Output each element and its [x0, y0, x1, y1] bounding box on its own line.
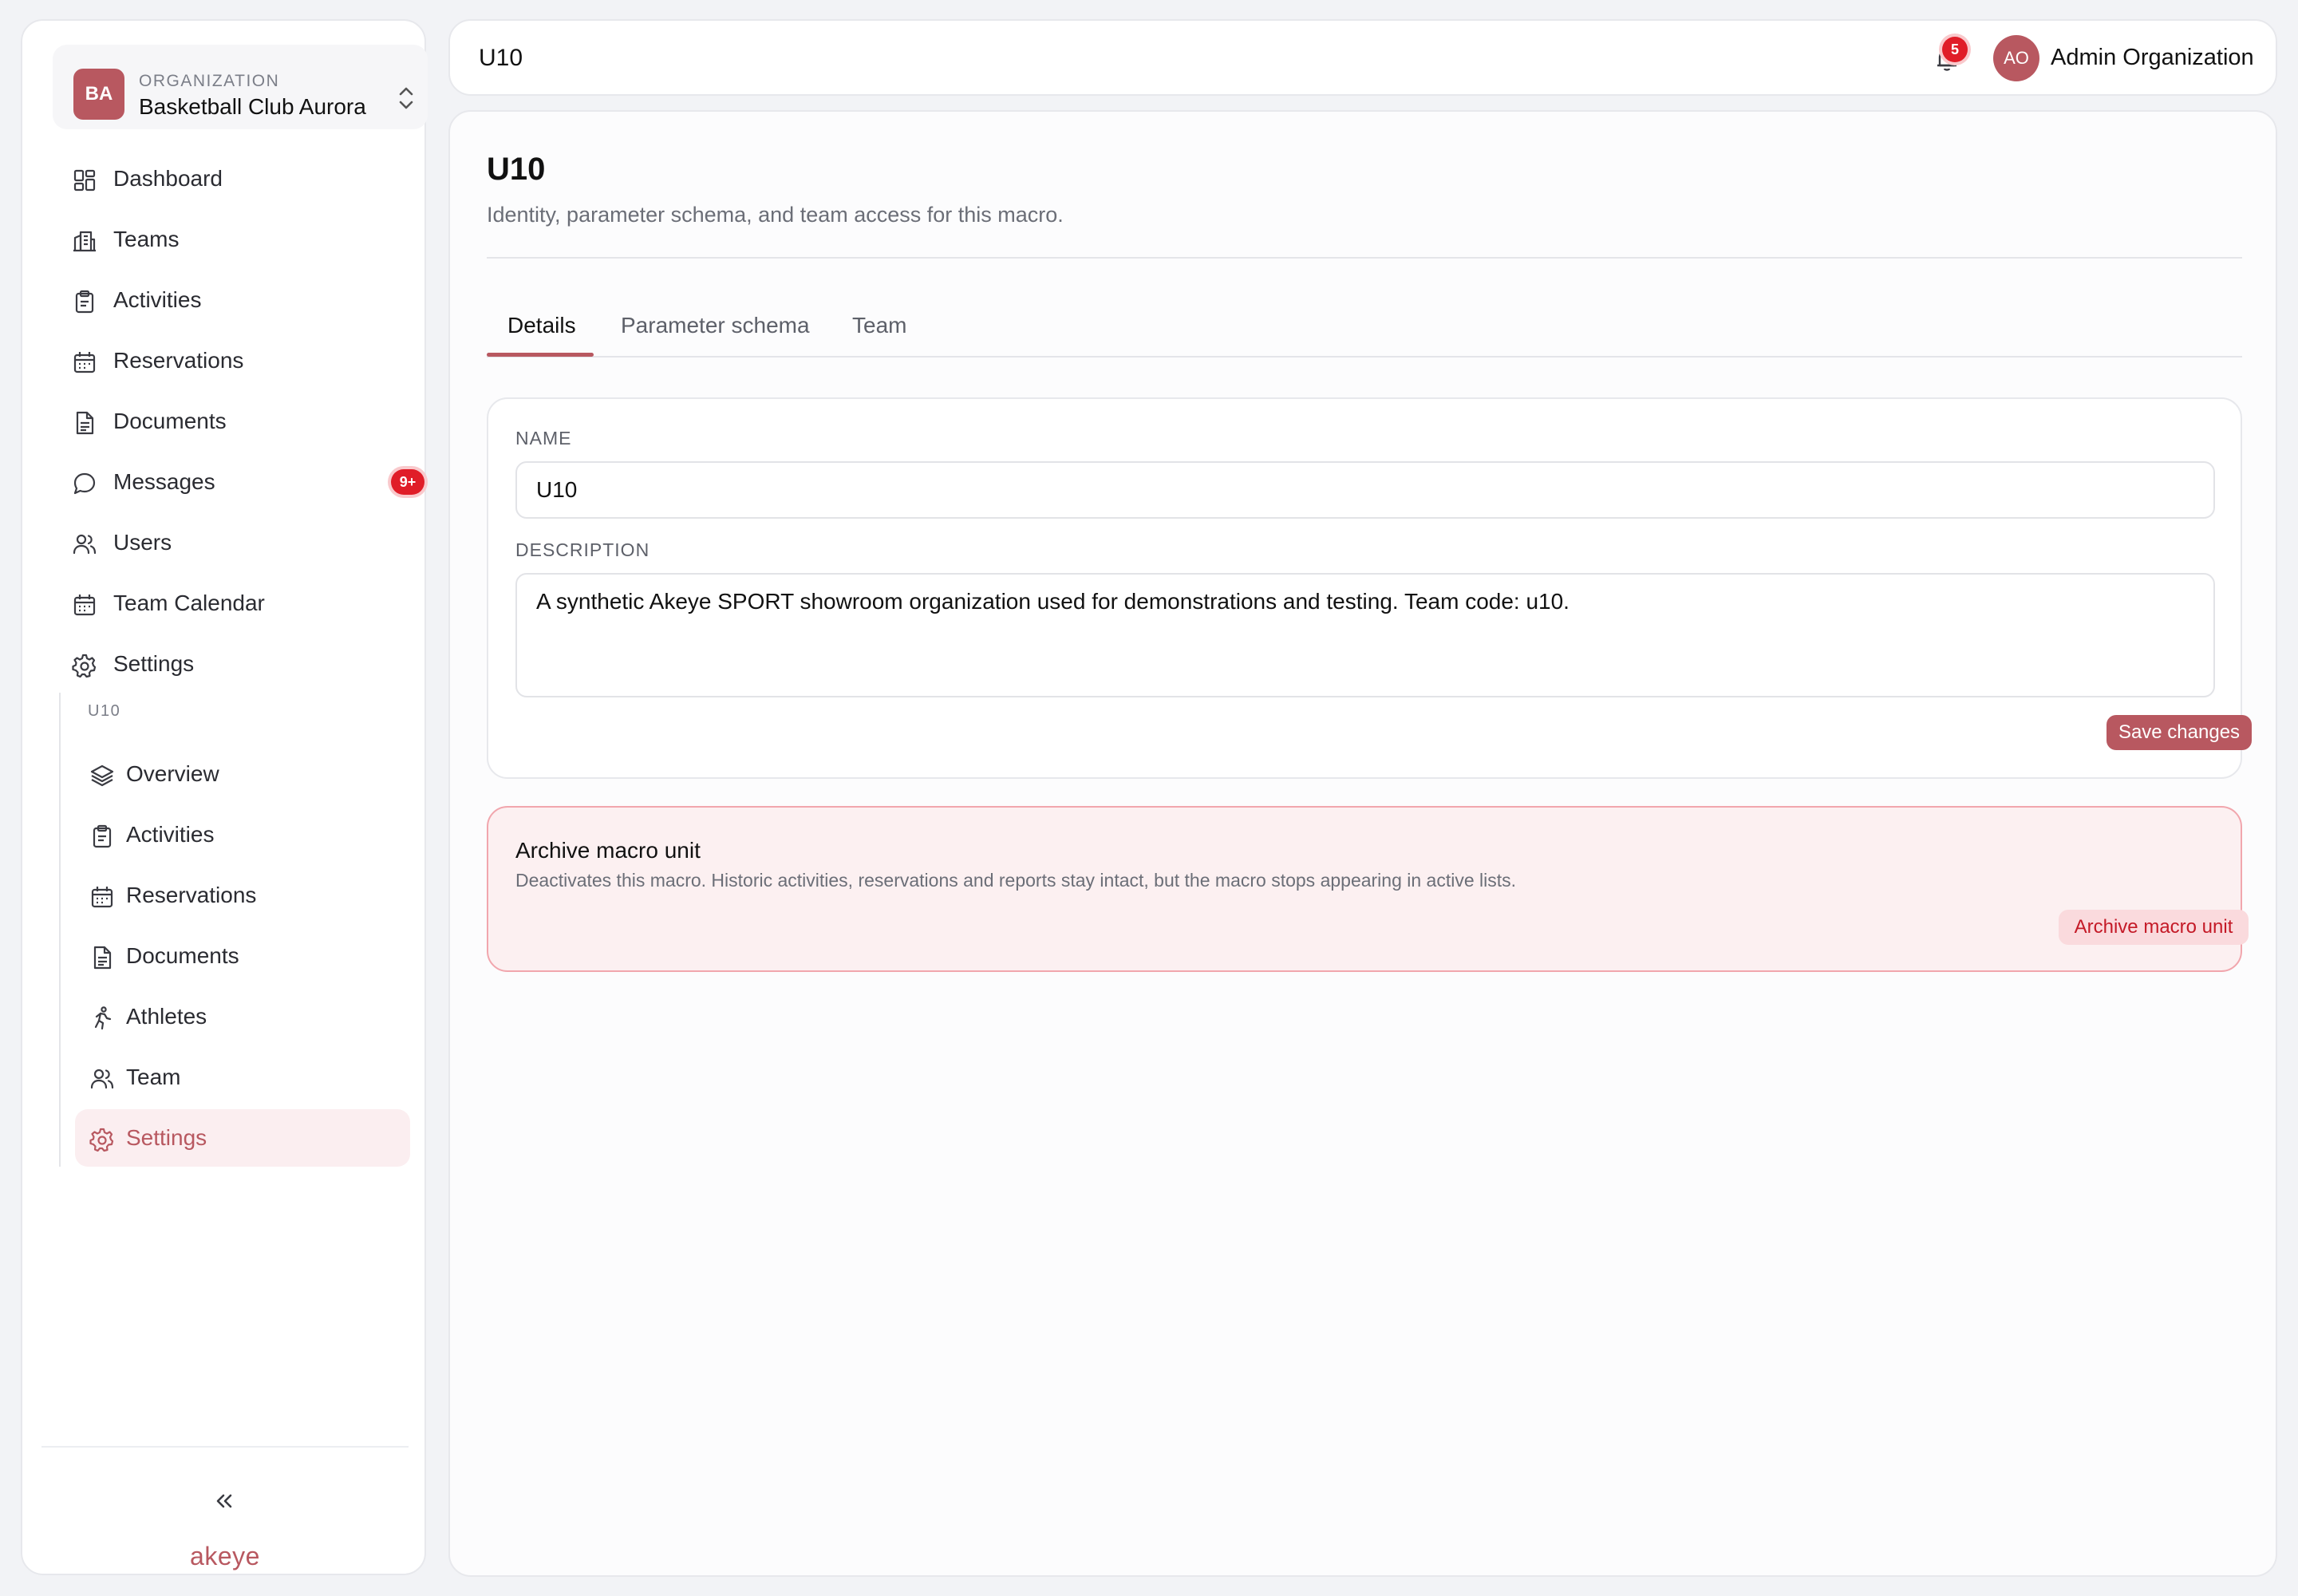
notification-count-badge: 5	[1942, 37, 1968, 62]
sidebar-item-label: Settings	[113, 651, 195, 676]
subnav-item-label: Reservations	[126, 883, 257, 907]
danger-title: Archive macro unit	[515, 838, 701, 863]
topbar: U10 5 AO Admin Organization	[448, 19, 2277, 96]
avatar[interactable]: AO	[1993, 35, 2039, 81]
sidebar: BA ORGANIZATION Basketball Club Aurora D…	[21, 19, 428, 1575]
sidebar-item-label: Activities	[113, 287, 202, 312]
header-divider	[487, 257, 2242, 259]
running-person-icon	[94, 1006, 112, 1030]
active-tab-indicator	[487, 353, 594, 357]
tab-details[interactable]: Details	[507, 313, 576, 338]
subnav-rail	[59, 693, 61, 1167]
document-icon	[76, 411, 94, 435]
name-input[interactable]	[515, 461, 2215, 519]
subnav-item-athletes[interactable]: Athletes	[75, 988, 410, 1045]
archive-button[interactable]: Archive macro unit	[2059, 910, 2249, 945]
org-switcher[interactable]: BA ORGANIZATION Basketball Club Aurora	[53, 45, 428, 129]
brand-logo: akeye	[190, 1542, 260, 1570]
subnav-item-settings[interactable]: Settings	[75, 1109, 410, 1167]
chevron-up-down-icon	[399, 87, 413, 109]
gear-icon	[72, 654, 97, 678]
sidebar-item-team-calendar[interactable]: Team Calendar	[53, 575, 428, 630]
sidebar-item-label: Users	[113, 530, 172, 555]
user-name[interactable]: Admin Organization	[2051, 45, 2254, 71]
sidebar-item-label: Messages	[113, 469, 215, 494]
org-name: Basketball Club Aurora	[139, 94, 366, 119]
subnav-item-activities[interactable]: Activities	[75, 806, 410, 863]
sidebar-item-settings[interactable]: Settings	[53, 635, 428, 691]
building-icon	[73, 231, 96, 252]
subnav-title: U10	[88, 702, 121, 720]
sidebar-item-documents[interactable]: Documents	[53, 393, 428, 448]
sidebar-item-label: Teams	[113, 227, 180, 251]
org-kicker: ORGANIZATION	[139, 72, 280, 90]
description-textarea[interactable]: A synthetic Akeye SPORT showroom organiz…	[515, 573, 2215, 697]
subnav-item-label: Activities	[126, 822, 215, 847]
sidebar-item-activities[interactable]: Activities	[53, 271, 428, 327]
messages-badge: 9+	[391, 469, 424, 495]
calendar-icon	[91, 887, 113, 908]
sidebar-item-teams[interactable]: Teams	[53, 211, 428, 267]
subnav-item-label: Overview	[126, 761, 219, 786]
sidebar-item-reservations[interactable]: Reservations	[53, 332, 428, 388]
subnav-item-label: Documents	[126, 943, 239, 968]
document-icon	[93, 946, 112, 970]
description-label: DESCRIPTION	[515, 539, 650, 560]
calendar-icon	[73, 595, 96, 616]
main-panel: U10 Identity, parameter schema, and team…	[448, 110, 2277, 1577]
gear-icon	[89, 1128, 114, 1152]
page-subtitle: Identity, parameter schema, and team acc…	[487, 203, 1064, 227]
save-button[interactable]: Save changes	[2106, 715, 2252, 750]
sidebar-item-label: Reservations	[113, 348, 244, 373]
double-chevron-left-icon[interactable]	[206, 1487, 241, 1515]
subnav-item-team[interactable]: Team	[75, 1049, 410, 1106]
sidebar-divider	[41, 1446, 409, 1448]
details-card: NAME DESCRIPTION A synthetic Akeye SPORT…	[487, 397, 2252, 779]
subnav-item-label: Athletes	[126, 1004, 207, 1029]
archive-danger-zone: Archive macro unit Deactivates this macr…	[487, 806, 2249, 972]
tabs-divider	[487, 356, 2242, 358]
sidebar-item-dashboard[interactable]: Dashboard	[53, 150, 428, 206]
sidebar-item-label: Documents	[113, 409, 227, 433]
subnav-item-documents[interactable]: Documents	[75, 927, 410, 985]
clipboard-icon	[93, 824, 112, 848]
sidebar-item-users[interactable]: Users	[53, 514, 428, 570]
users-icon	[90, 1069, 114, 1089]
calendar-icon	[73, 352, 96, 373]
grid-icon	[73, 169, 96, 192]
users-icon	[73, 534, 97, 555]
clipboard-icon	[75, 290, 94, 314]
subnav-item-reservations[interactable]: Reservations	[75, 867, 410, 924]
name-label: NAME	[515, 428, 572, 448]
subnav-item-overview[interactable]: Overview	[75, 745, 410, 803]
layers-icon	[90, 764, 114, 787]
chat-bubble-icon	[73, 472, 96, 495]
subnav-item-label: Team	[126, 1065, 181, 1089]
sidebar-item-label: Team Calendar	[113, 591, 265, 615]
org-avatar: BA	[73, 69, 124, 120]
topbar-title: U10	[479, 45, 523, 71]
page-title: U10	[487, 152, 546, 187]
sidebar-item-label: Dashboard	[113, 166, 223, 191]
sidebar-item-messages[interactable]: Messages 9+	[53, 453, 428, 509]
subnav-item-label: Settings	[126, 1125, 207, 1150]
danger-description: Deactivates this macro. Historic activit…	[515, 870, 1517, 891]
tab-team[interactable]: Team	[852, 313, 906, 338]
tab-parameter-schema[interactable]: Parameter schema	[621, 313, 810, 338]
